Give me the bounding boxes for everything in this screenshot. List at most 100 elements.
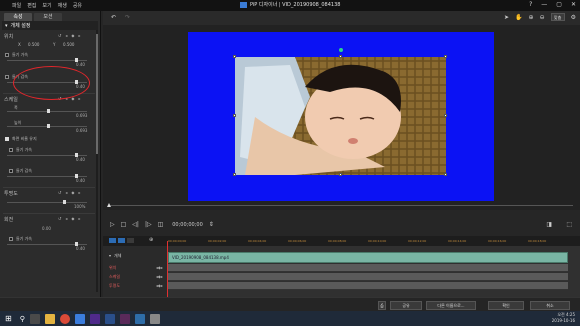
- app-icon[interactable]: [74, 313, 85, 324]
- add-keyframe-icon[interactable]: ◆: [71, 33, 74, 38]
- panel-scrollbar[interactable]: [96, 30, 98, 292]
- resize-handle-l[interactable]: [233, 114, 236, 117]
- width-slider[interactable]: [7, 109, 87, 113]
- file-explorer-icon[interactable]: [44, 313, 55, 324]
- resize-handle-br[interactable]: [444, 173, 447, 176]
- photoshop-icon[interactable]: [104, 313, 115, 324]
- resize-handle-tl[interactable]: [233, 55, 236, 58]
- snapshot-icon[interactable]: ◫: [158, 221, 164, 228]
- menu-play[interactable]: 재생: [58, 2, 67, 9]
- ok-button[interactable]: 확인: [488, 301, 524, 310]
- help-button[interactable]: ?: [529, 1, 532, 8]
- stop-icon[interactable]: □: [121, 221, 127, 228]
- timeline-ruler[interactable]: 00;00;00;00 00;00;02;00 00;00;04;00 00;0…: [168, 236, 573, 246]
- menu-share[interactable]: 공유: [73, 2, 82, 9]
- checkbox-box[interactable]: [9, 237, 13, 241]
- system-clock[interactable]: 오전 4:25 2019-10-16: [552, 312, 575, 324]
- height-value[interactable]: 0.693: [76, 128, 87, 133]
- section-header[interactable]: ▾ 개체 설정: [2, 21, 98, 30]
- add-keyframe-icon[interactable]: ◆: [71, 216, 74, 221]
- next-frame-icon[interactable]: |▷: [145, 221, 152, 228]
- prev-keyframe-icon[interactable]: ◂: [65, 33, 67, 38]
- opacity-slider[interactable]: [7, 200, 87, 204]
- row-keyframe-icons[interactable]: ◂◆▸: [156, 274, 163, 279]
- slider-knob[interactable]: [47, 124, 50, 128]
- resize-handle-t[interactable]: [339, 55, 342, 58]
- zoom-timeline-icon[interactable]: ⊕: [149, 237, 153, 243]
- opacity-value[interactable]: 100%: [74, 204, 85, 209]
- tab-motion[interactable]: 모션: [34, 13, 62, 21]
- task-view-icon[interactable]: [29, 313, 40, 324]
- track-object[interactable]: ▾ 개체: [109, 253, 121, 259]
- reset-icon[interactable]: ↺: [58, 190, 61, 195]
- keyframe-row-scale[interactable]: [168, 273, 568, 281]
- add-keyframe-icon[interactable]: ◆: [71, 190, 74, 195]
- video-editor-icon[interactable]: [119, 313, 130, 324]
- checkbox-box[interactable]: [5, 137, 9, 141]
- scrubber-track[interactable]: [108, 205, 573, 206]
- timecode-step-icon[interactable]: ⇕: [209, 221, 214, 228]
- zoom-select[interactable]: 맞춤: [550, 13, 565, 21]
- close-button[interactable]: ✕: [571, 1, 576, 8]
- video-clip[interactable]: VID_20190908_084138.mp4: [168, 252, 568, 263]
- prev-frame-icon[interactable]: ◁|: [132, 221, 139, 228]
- checkbox-box[interactable]: [9, 148, 13, 152]
- save-as-button[interactable]: 다른 이름으로...: [426, 301, 476, 310]
- rotate-handle[interactable]: [339, 48, 343, 52]
- next-keyframe-icon[interactable]: ▸: [78, 96, 80, 101]
- cancel-button[interactable]: 취소: [530, 301, 570, 310]
- next-keyframe-icon[interactable]: ▸: [78, 216, 80, 221]
- keep-ratio-checkbox[interactable]: 화면 비율 유지: [5, 136, 37, 142]
- pos-y-value[interactable]: 0.500: [63, 42, 74, 47]
- expand-icon[interactable]: ▾: [109, 253, 111, 259]
- resize-handle-b[interactable]: [339, 173, 342, 176]
- menu-view[interactable]: 보기: [42, 2, 51, 9]
- preview-scrubber[interactable]: [103, 203, 580, 207]
- pip-designer-taskbar-icon[interactable]: [134, 313, 145, 324]
- prev-keyframe-icon[interactable]: ◂: [65, 216, 67, 221]
- keyframe-row-position[interactable]: [168, 264, 568, 272]
- rotation-value[interactable]: 0.00: [42, 226, 51, 231]
- ease-in-slider-3[interactable]: [7, 242, 87, 246]
- ease-in-checkbox[interactable]: 들기 가속: [5, 52, 28, 58]
- checkbox-box[interactable]: [9, 169, 13, 173]
- ease-out-slider-2[interactable]: [7, 174, 87, 178]
- slider-knob[interactable]: [63, 200, 66, 204]
- ease-out-checkbox-2[interactable]: 들기 감속: [9, 168, 32, 174]
- prev-keyframe-icon[interactable]: ◂: [65, 190, 67, 195]
- row-keyframe-icons[interactable]: ◂◆▸: [156, 283, 163, 288]
- ease-in-checkbox-2[interactable]: 들기 가속: [9, 147, 32, 153]
- settings-icon[interactable]: ⚙: [571, 14, 576, 21]
- share-icon[interactable]: ⎙: [378, 301, 386, 310]
- resize-handle-bl[interactable]: [233, 173, 236, 176]
- search-icon[interactable]: ⚲: [20, 315, 25, 323]
- timeline-tool-button[interactable]: [127, 238, 134, 243]
- undo-icon[interactable]: ↶: [111, 14, 116, 21]
- premiere-icon[interactable]: [89, 313, 100, 324]
- row-keyframe-icons[interactable]: ◂◆▸: [156, 265, 163, 270]
- ease-in-checkbox-3[interactable]: 들기 가속: [9, 236, 32, 242]
- scroll-thumb[interactable]: [96, 34, 98, 154]
- row-opacity[interactable]: 투명도: [109, 283, 120, 289]
- checkbox-box[interactable]: [5, 75, 9, 79]
- tab-properties[interactable]: 속성: [4, 13, 32, 21]
- resize-handle-r[interactable]: [444, 114, 447, 117]
- row-scale[interactable]: 스케일: [109, 274, 120, 280]
- height-slider[interactable]: [7, 124, 87, 128]
- timeline-playhead[interactable]: [167, 241, 168, 298]
- width-value[interactable]: 0.693: [76, 113, 87, 118]
- fullscreen-icon[interactable]: ⬚: [566, 221, 572, 228]
- maximize-button[interactable]: ▢: [556, 1, 562, 8]
- hand-tool-icon[interactable]: ✋: [515, 14, 522, 21]
- zoom-out-icon[interactable]: ⊖: [540, 14, 545, 21]
- reset-icon[interactable]: ↺: [58, 33, 61, 38]
- slider-knob[interactable]: [47, 109, 50, 113]
- next-keyframe-icon[interactable]: ▸: [78, 33, 80, 38]
- taskbar-app-icon[interactable]: [149, 313, 160, 324]
- next-keyframe-icon[interactable]: ▸: [78, 190, 80, 195]
- timeline-tool-button[interactable]: [118, 238, 125, 243]
- menu-edit[interactable]: 편집: [27, 2, 36, 9]
- pos-x-value[interactable]: 0.500: [28, 42, 39, 47]
- zoom-in-icon[interactable]: ⊕: [529, 14, 534, 21]
- timeline-tool-button[interactable]: [109, 238, 116, 243]
